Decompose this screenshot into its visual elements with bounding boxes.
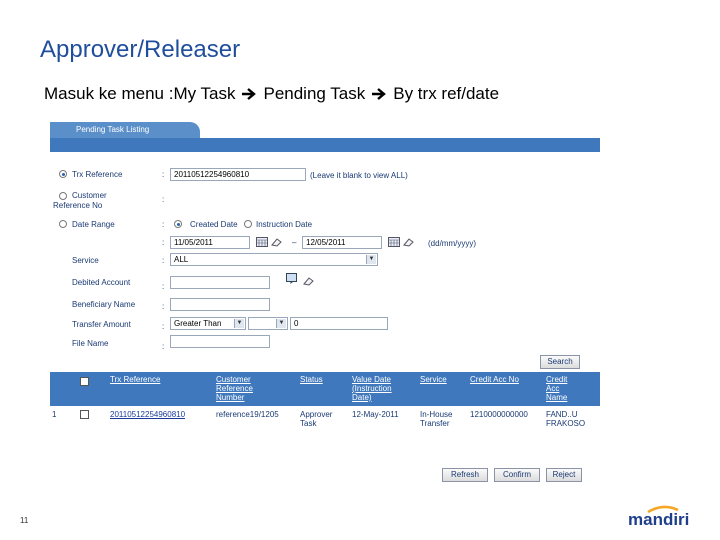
table-row[interactable]: 1 20110512254960810 reference19/1205 App… [50,408,600,428]
pending-task-table: Trx Reference Customer Reference Number … [50,372,600,428]
credit-acc-no-cell: 1210000000000 [470,410,528,419]
credit-acc-name-cell: FAND..U FRAKOSO [546,410,586,428]
col-credit-acc-name[interactable]: Credit Acc Name [546,375,567,402]
trx-reference-input[interactable]: 20110512254960810 [170,168,306,181]
eraser-icon[interactable] [402,237,414,247]
service-label: Service [72,256,99,265]
file-name-input[interactable] [170,335,270,348]
date-from-input[interactable]: 11/05/2011 [170,236,250,249]
page-number: 11 [20,516,29,525]
col-trx-reference[interactable]: Trx Reference [110,375,160,384]
created-date-radio[interactable] [174,220,182,228]
tab-bar: Pending Task Listing [50,122,600,138]
lookup-icon[interactable] [286,273,300,285]
transfer-amount-label: Transfer Amount [72,320,131,329]
customer-reference-label-2: Reference No [53,201,103,210]
date-range-label: Date Range [72,220,115,229]
refresh-button[interactable]: Refresh [442,468,488,482]
menu-path-step-2: Pending Task [263,84,366,103]
menu-path-step-3: By trx ref/date [393,84,500,103]
trx-reference-hint: (Leave it blank to view ALL) [310,171,408,180]
col-credit-acc-no[interactable]: Credit Acc No [470,375,519,384]
date-format-hint: (dd/mm/yyyy) [428,239,476,248]
chevron-down-icon: ▼ [234,319,244,328]
eraser-icon[interactable] [302,276,314,286]
service-cell: In-House Transfer [420,410,453,428]
tab-pending-task-listing[interactable]: Pending Task Listing [50,122,200,138]
service-select[interactable]: ALL ▼ [170,253,378,266]
customer-reference-radio[interactable] [59,192,67,200]
trx-reference-label: Trx Reference [72,170,123,179]
service-select-value: ALL [174,255,189,264]
transfer-operator-select[interactable]: Greater Than ▼ [170,317,246,330]
menu-path: Masuk ke menu :My Task Pending Task By t… [44,84,499,104]
app-screenshot: Pending Task Listing Trx Reference : 201… [50,122,600,432]
filter-form: Trx Reference : 20110512254960810 (Leave… [50,152,600,352]
customer-reference-label: Customer [72,191,107,200]
transfer-operator-value: Greater Than [174,319,222,328]
chevron-down-icon: ▼ [366,255,376,264]
reject-button[interactable]: Reject [546,468,582,482]
calendar-icon[interactable] [388,237,400,247]
row-index: 1 [52,410,57,419]
date-to-input[interactable]: 12/05/2011 [302,236,382,249]
confirm-button[interactable]: Confirm [494,468,540,482]
col-value-date[interactable]: Value Date (Instruction Date) [352,375,392,402]
arrow-right-icon [242,88,257,100]
customer-reference-cell: reference19/1205 [216,410,279,419]
slide-title: Approver/Releaser [40,36,241,63]
status-cell: Approver Task [300,410,333,428]
instruction-date-radio[interactable] [244,220,252,228]
col-status[interactable]: Status [300,375,323,384]
value-date-cell: 12-May-2011 [352,410,399,419]
created-date-label: Created Date [190,220,238,229]
eraser-icon[interactable] [270,237,282,247]
col-service[interactable]: Service [420,375,447,384]
chevron-down-icon: ▼ [276,319,286,328]
arrow-right-icon [372,88,387,100]
trx-reference-radio[interactable] [59,170,67,178]
currency-select[interactable]: ▼ [248,317,288,330]
search-button[interactable]: Search [540,355,580,369]
file-name-label: File Name [72,339,109,348]
select-all-checkbox[interactable] [80,377,89,386]
transfer-amount-input[interactable]: 0 [290,317,388,330]
instruction-date-label: Instruction Date [256,220,313,229]
debited-account-label: Debited Account [72,278,131,287]
trx-reference-link[interactable]: 20110512254960810 [110,410,185,419]
debited-account-input[interactable] [170,276,270,289]
col-customer-reference[interactable]: Customer Reference Number [216,375,253,402]
beneficiary-name-input[interactable] [170,298,270,311]
mandiri-logo: mandiri [628,510,690,529]
header-bar [50,138,600,152]
menu-path-step-1: Masuk ke menu :My Task [44,84,236,103]
row-checkbox[interactable] [80,410,89,419]
beneficiary-name-label: Beneficiary Name [72,300,136,309]
date-range-radio[interactable] [59,220,67,228]
calendar-icon[interactable] [256,237,268,247]
table-header: Trx Reference Customer Reference Number … [50,372,600,406]
